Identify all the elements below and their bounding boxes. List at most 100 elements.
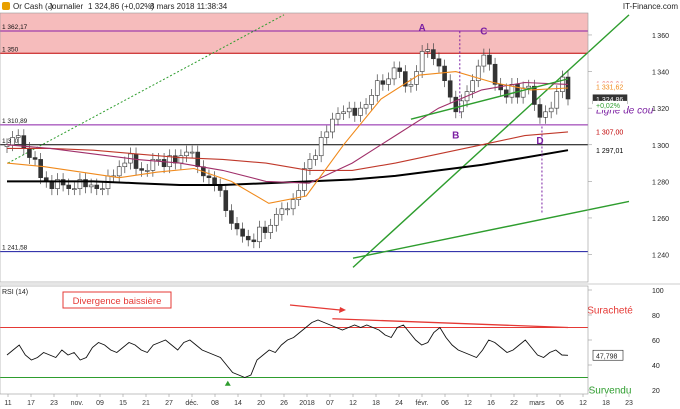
candle-body [268,224,273,233]
level-label: 1 310,89 [2,118,28,125]
x-tick-label: mars [529,400,545,407]
divergence-arrowhead [339,307,346,313]
candle-body [330,118,335,133]
candle-body [431,49,436,60]
x-tick-label: 24 [395,400,403,407]
candle-body [324,131,330,138]
instrument-icon [2,2,10,10]
candle-body [139,168,144,171]
x-tick-label: 12 [349,400,357,407]
candle-body [318,137,324,157]
chart-canvas: Or Cash (-) Journalier 1 324,86 (+0,02%)… [0,2,680,407]
rsi-last-value: 47,798 [596,353,618,360]
price-box-label: 1 297,01 [596,148,623,155]
x-tick-label: 08 [211,400,219,407]
candle-body [257,226,262,243]
candle-body [526,85,532,89]
x-tick-label: 07 [326,400,334,407]
candle-body [189,151,195,154]
x-tick-label: 20 [257,400,265,407]
candle-body [397,67,403,72]
candle-body [88,184,94,188]
candle-body [156,159,161,161]
price-box-label: 1 307,00 [596,130,623,137]
candle-body [341,111,346,114]
x-tick-label: 12 [579,400,587,407]
last-price: 1 324,86 (+0,02%) [88,2,154,11]
candle-body [447,80,453,98]
x-tick-label: nov. [71,400,84,407]
period-label: Journalier [48,2,83,11]
y-tick-label: 1 280 [652,179,669,186]
candle-body [537,104,543,118]
candle-body [532,85,537,105]
x-tick-label: févr. [415,400,428,407]
candle-body [144,170,150,172]
candle-body [425,49,431,52]
candle-body [391,67,397,80]
rsi-threshold-label: Survendu [589,386,632,397]
rsi-y-tick-label: 60 [652,338,660,345]
rsi-title: RSI (14) [2,289,28,296]
x-tick-label: 15 [119,400,127,407]
candle-body [206,175,212,178]
candle-body [481,54,487,67]
candle-body [307,159,313,169]
price-box: 1 297,01 [593,145,627,155]
candle-body [363,104,369,109]
candle-body [492,63,498,85]
level-label: 1 241,58 [2,245,28,252]
y-tick-label: 1 360 [652,33,669,40]
brand-label: IT-Finance.com [623,2,678,11]
pattern-label-b: B [452,130,459,141]
x-tick-label: 23 [50,400,58,407]
candle-body [380,80,386,85]
x-tick-label: 21 [142,400,150,407]
candle-body [38,159,43,178]
candle-body [49,181,55,189]
x-tick-label: 26 [280,400,288,407]
x-tick-label: 16 [487,400,495,407]
x-tick-label: 18 [602,400,610,407]
candle-body [408,84,414,87]
candle-body [184,151,189,157]
candle-body [234,223,240,230]
x-tick-label: 12 [464,400,472,407]
y-tick-label: 1 260 [652,216,669,223]
x-tick-label: 06 [556,400,564,407]
candle-body [335,113,341,120]
price-box: 1 307,00 [593,127,627,137]
pattern-label-d: D [536,136,543,147]
candle-body [273,213,279,226]
candle-body [133,153,139,169]
candle-body [414,71,419,85]
candle-body [178,155,184,164]
candle-body [195,151,201,168]
x-tick-label: 2018 [299,400,315,407]
x-tick-label: 06 [441,400,449,407]
divergence-arrow [289,304,341,311]
candle-body [32,157,38,160]
rsi-y-tick-label: 40 [652,363,660,370]
candle-body [302,168,307,191]
x-tick-label: 18 [372,400,380,407]
candle-body [161,159,167,168]
candle-body [346,107,352,113]
candle-body [212,177,217,186]
y-tick-label: 1 320 [652,106,669,113]
candle-body [554,91,560,109]
candle-body [279,208,285,215]
price-box-label: 1 331,62 [596,84,623,91]
divergence-box: Divergence baissière [62,291,172,309]
divergence-line [332,318,569,329]
candle-body [122,162,128,168]
resistance-zone [0,13,588,54]
price-box-label: +0,02% [596,103,620,110]
pattern-label-a: A [419,23,426,34]
candle-body [369,95,374,105]
x-tick-label: 11 [4,400,11,407]
rsi-y-tick-label: 20 [652,388,660,395]
candle-body [374,80,380,96]
level-label: 1 350 [2,46,19,53]
x-tick-label: 22 [510,400,518,407]
